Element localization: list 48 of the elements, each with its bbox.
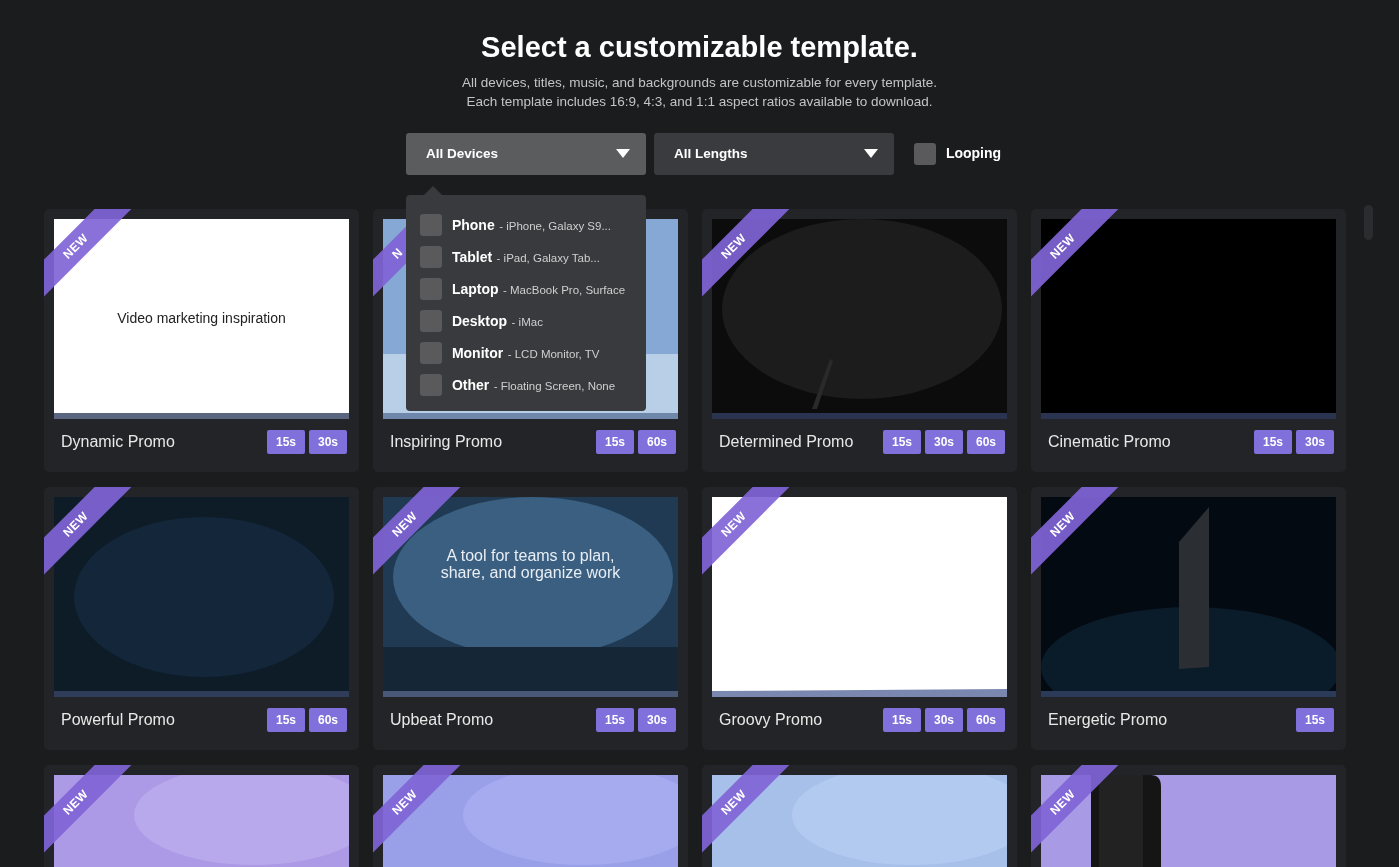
duration-badge[interactable]: 30s [309, 429, 347, 454]
menu-option[interactable]: Phone - iPhone, Galaxy S9... [419, 208, 611, 241]
duration-badge[interactable]: 15s [267, 429, 305, 454]
duration-badge[interactable]: 15s [596, 429, 634, 454]
duration-badge[interactable]: 30s [925, 429, 963, 454]
page-heading: Select a customizable template. [480, 30, 919, 65]
duration-badge[interactable]: 60s [309, 707, 347, 732]
template-title: Determined Promo [719, 431, 854, 452]
checkbox-label[interactable]: Looping [945, 143, 1002, 165]
menu-option[interactable]: Tablet - iPad, Galaxy Tab... [419, 240, 600, 273]
duration-badge[interactable]: 60s [638, 429, 676, 454]
subtitle-text: All devices, titles, music, and backgrounds are customizable for every template. [461, 73, 938, 92]
duration-badge[interactable]: 15s [1296, 707, 1334, 732]
template-title: Inspiring Promo [390, 431, 503, 452]
filter-dropdown[interactable]: All Lengths [653, 132, 894, 175]
template-title: Dynamic Promo [61, 431, 175, 452]
checkbox[interactable] [419, 213, 442, 236]
caret-icon [615, 149, 630, 159]
menu-option[interactable]: Desktop - iMac [419, 304, 543, 337]
menu-option[interactable]: Other - Floating Screen, None [419, 368, 616, 401]
checkbox[interactable] [419, 373, 442, 396]
menu-option[interactable]: Laptop - MacBook Pro, Surface [419, 272, 626, 305]
checkbox[interactable] [913, 142, 936, 165]
checkbox[interactable] [419, 309, 442, 332]
duration-badge[interactable]: 15s [883, 429, 921, 454]
template-title: Upbeat Promo [390, 709, 494, 730]
thumbnail-caption: Video marketing inspiration [117, 310, 286, 328]
duration-badge[interactable]: 30s [1296, 429, 1334, 454]
thumbnail-caption: A tool for teams to plan, share, and organize work [439, 546, 622, 581]
menu-option[interactable]: Monitor - LCD Monitor, TV [419, 336, 600, 369]
caret-icon [863, 149, 878, 159]
duration-badge[interactable]: 15s [267, 707, 305, 732]
checkbox[interactable] [419, 341, 442, 364]
duration-badge[interactable]: 30s [638, 707, 676, 732]
checkbox[interactable] [419, 245, 442, 268]
subtitle-text: Each template includes 16:9, 4:3, and 1:1 aspect ratios available to download. [465, 92, 934, 111]
filter-dropdown[interactable]: All Devices [405, 132, 646, 175]
template-title: Powerful Promo [61, 709, 175, 730]
duration-badge[interactable]: 15s [596, 707, 634, 732]
template-title: Groovy Promo [719, 709, 823, 730]
checkbox[interactable] [419, 277, 442, 300]
duration-badge[interactable]: 15s [883, 707, 921, 732]
template-title: Energetic Promo [1048, 709, 1168, 730]
duration-badge[interactable]: 30s [925, 707, 963, 732]
duration-badge[interactable]: 60s [967, 707, 1005, 732]
duration-badge[interactable]: 60s [967, 429, 1005, 454]
template-title: Cinematic Promo [1048, 431, 1171, 452]
duration-badge[interactable]: 15s [1254, 429, 1292, 454]
